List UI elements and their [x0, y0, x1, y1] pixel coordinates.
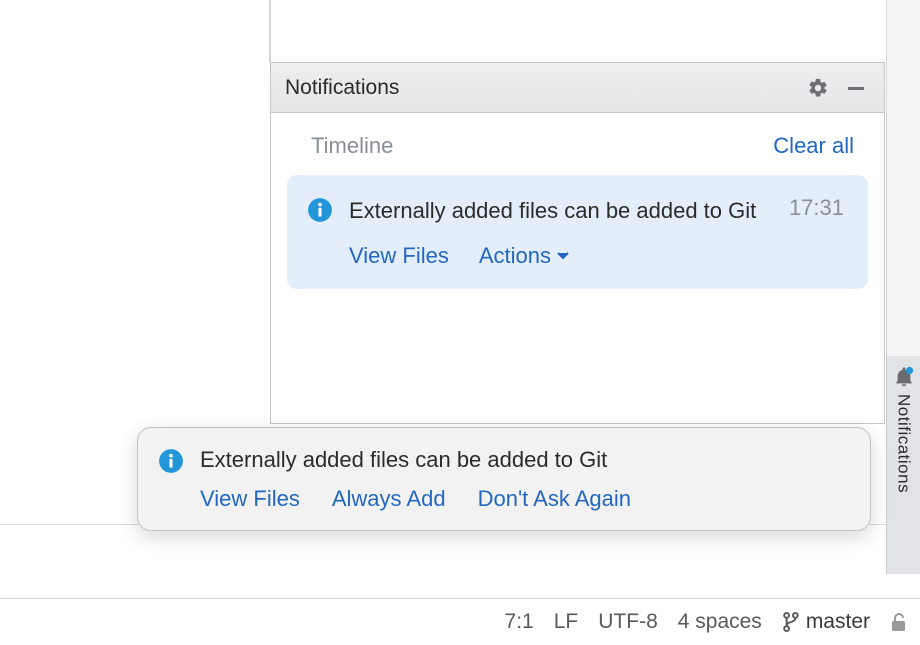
actions-dropdown[interactable]: Actions	[479, 243, 569, 269]
notifications-panel-header: Notifications	[271, 63, 884, 113]
line-separator[interactable]: LF	[554, 610, 579, 634]
balloon-message: Externally added files can be added to G…	[200, 447, 607, 473]
notification-actions: View Files Actions	[349, 243, 844, 269]
dont-ask-again-link[interactable]: Don't Ask Again	[478, 486, 631, 512]
gear-icon	[807, 77, 829, 99]
chevron-down-icon	[557, 252, 569, 260]
lock-button[interactable]	[890, 612, 908, 632]
bottom-strip	[0, 524, 886, 574]
indent-setting[interactable]: 4 spaces	[678, 610, 762, 634]
notifications-panel: Notifications Timeline Clear all	[270, 62, 885, 424]
notifications-tool-tab[interactable]: Notifications	[886, 356, 920, 574]
actions-label: Actions	[479, 243, 551, 269]
panel-title: Notifications	[285, 76, 794, 100]
unlock-icon	[890, 612, 908, 632]
always-add-link[interactable]: Always Add	[332, 486, 446, 512]
minimize-icon	[846, 78, 866, 98]
notification-header: Externally added files can be added to G…	[307, 195, 844, 227]
timeline-label: Timeline	[311, 133, 773, 159]
panel-border	[269, 0, 271, 62]
branch-name: master	[806, 610, 870, 634]
notification-card[interactable]: Externally added files can be added to G…	[287, 175, 868, 289]
file-encoding[interactable]: UTF-8	[598, 610, 658, 634]
view-files-link[interactable]: View Files	[349, 243, 449, 269]
minimize-button[interactable]	[842, 74, 870, 102]
info-icon	[307, 197, 333, 223]
view-files-link[interactable]: View Files	[200, 486, 300, 512]
notification-balloon[interactable]: Externally added files can be added to G…	[137, 427, 871, 531]
notifications-tab-label: Notifications	[894, 394, 914, 493]
settings-button[interactable]	[804, 74, 832, 102]
right-tool-spacer	[886, 0, 920, 356]
status-bar: 7:1 LF UTF-8 4 spaces master	[0, 598, 920, 645]
balloon-actions: View Files Always Add Don't Ask Again	[200, 486, 846, 512]
info-icon	[158, 448, 184, 474]
balloon-header: Externally added files can be added to G…	[158, 446, 846, 474]
cursor-position[interactable]: 7:1	[505, 610, 534, 634]
notification-message: Externally added files can be added to G…	[349, 195, 763, 227]
timeline-header: Timeline Clear all	[285, 133, 870, 175]
git-branch[interactable]: master	[782, 610, 870, 634]
notifications-body: Timeline Clear all Externally added file…	[271, 113, 884, 423]
branch-icon	[782, 611, 800, 633]
notification-time: 17:31	[789, 195, 844, 221]
clear-all-link[interactable]: Clear all	[773, 133, 854, 159]
bell-icon	[893, 366, 915, 388]
right-tool-strip: Notifications	[886, 0, 920, 574]
